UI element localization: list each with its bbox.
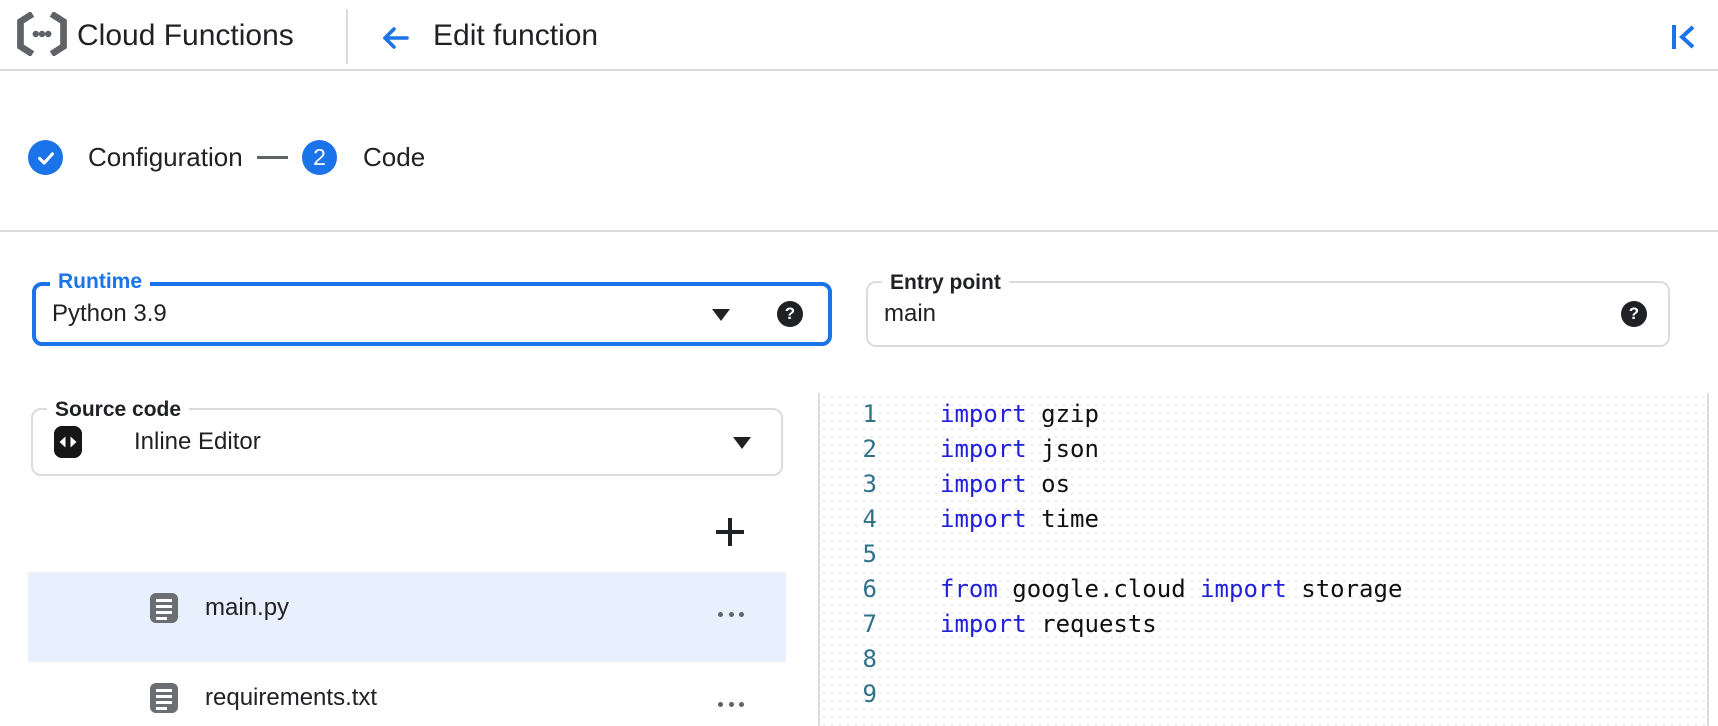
add-file-plus-icon[interactable] <box>712 514 748 550</box>
file-document-icon <box>150 683 178 713</box>
step-configuration-label[interactable]: Configuration <box>88 140 243 175</box>
line-number: 6 <box>830 572 877 607</box>
step-code-label[interactable]: Code <box>363 140 425 175</box>
line-number: 1 <box>830 397 877 432</box>
runtime-select[interactable]: Runtime Python 3.9 ? <box>32 282 832 346</box>
runtime-value: Python 3.9 <box>52 286 167 342</box>
line-number: 2 <box>830 432 877 467</box>
collapse-panel-icon[interactable] <box>1669 23 1699 51</box>
code-line[interactable] <box>940 642 1402 677</box>
chevron-down-icon <box>712 309 730 321</box>
file-name: main.py <box>205 593 289 623</box>
header-divider <box>346 9 348 64</box>
code-line[interactable]: import os <box>940 467 1402 502</box>
line-number: 3 <box>830 467 877 502</box>
file-document-icon <box>150 593 178 623</box>
line-number: 7 <box>830 607 877 642</box>
line-number: 5 <box>830 537 877 572</box>
code-line[interactable]: import gzip <box>940 397 1402 432</box>
stepper-connector <box>257 156 288 159</box>
code-line[interactable]: import json <box>940 432 1402 467</box>
cloud-functions-logo-icon <box>17 12 67 56</box>
app-header: Cloud Functions Edit function <box>0 0 1718 71</box>
file-list: main.py requirements.txt <box>28 572 786 726</box>
check-icon <box>35 147 57 169</box>
code-icon <box>54 426 82 458</box>
editor-left-border <box>818 393 820 726</box>
page-title: Edit function <box>433 0 598 71</box>
line-number: 8 <box>830 642 877 677</box>
file-row-requirements-txt[interactable]: requirements.txt <box>28 662 786 726</box>
step-configuration-circle[interactable] <box>28 140 63 175</box>
code-line[interactable]: import time <box>940 502 1402 537</box>
source-code-select[interactable]: Source code Inline Editor <box>31 408 783 476</box>
overflow-menu-icon[interactable] <box>718 702 744 708</box>
code-line[interactable]: from google.cloud import storage <box>940 572 1402 607</box>
edit-function-screen: Cloud Functions Edit function Configurat… <box>0 0 1718 726</box>
source-code-value: Inline Editor <box>134 410 261 474</box>
chevron-down-icon <box>733 437 751 449</box>
line-number: 4 <box>830 502 877 537</box>
runtime-help-icon[interactable]: ? <box>777 301 803 327</box>
back-arrow-icon[interactable] <box>379 22 411 54</box>
line-number-gutter: 123456789 <box>830 397 877 712</box>
entry-point-value: main <box>884 283 936 345</box>
overflow-menu-icon[interactable] <box>718 612 744 618</box>
line-number: 9 <box>830 677 877 712</box>
entry-point-help-icon[interactable]: ? <box>1621 301 1647 327</box>
file-row-main-py[interactable]: main.py <box>28 572 786 662</box>
file-name: requirements.txt <box>205 683 377 713</box>
step-code-circle[interactable]: 2 <box>302 140 337 175</box>
code-line[interactable] <box>940 537 1402 572</box>
code-content[interactable]: import gzipimport jsonimport osimport ti… <box>940 397 1402 712</box>
code-line[interactable] <box>940 677 1402 712</box>
entry-point-field[interactable]: Entry point main ? <box>866 281 1670 347</box>
editor-right-border <box>1707 393 1709 726</box>
section-divider <box>0 230 1718 232</box>
code-line[interactable]: import requests <box>940 607 1402 642</box>
product-title: Cloud Functions <box>77 0 294 71</box>
